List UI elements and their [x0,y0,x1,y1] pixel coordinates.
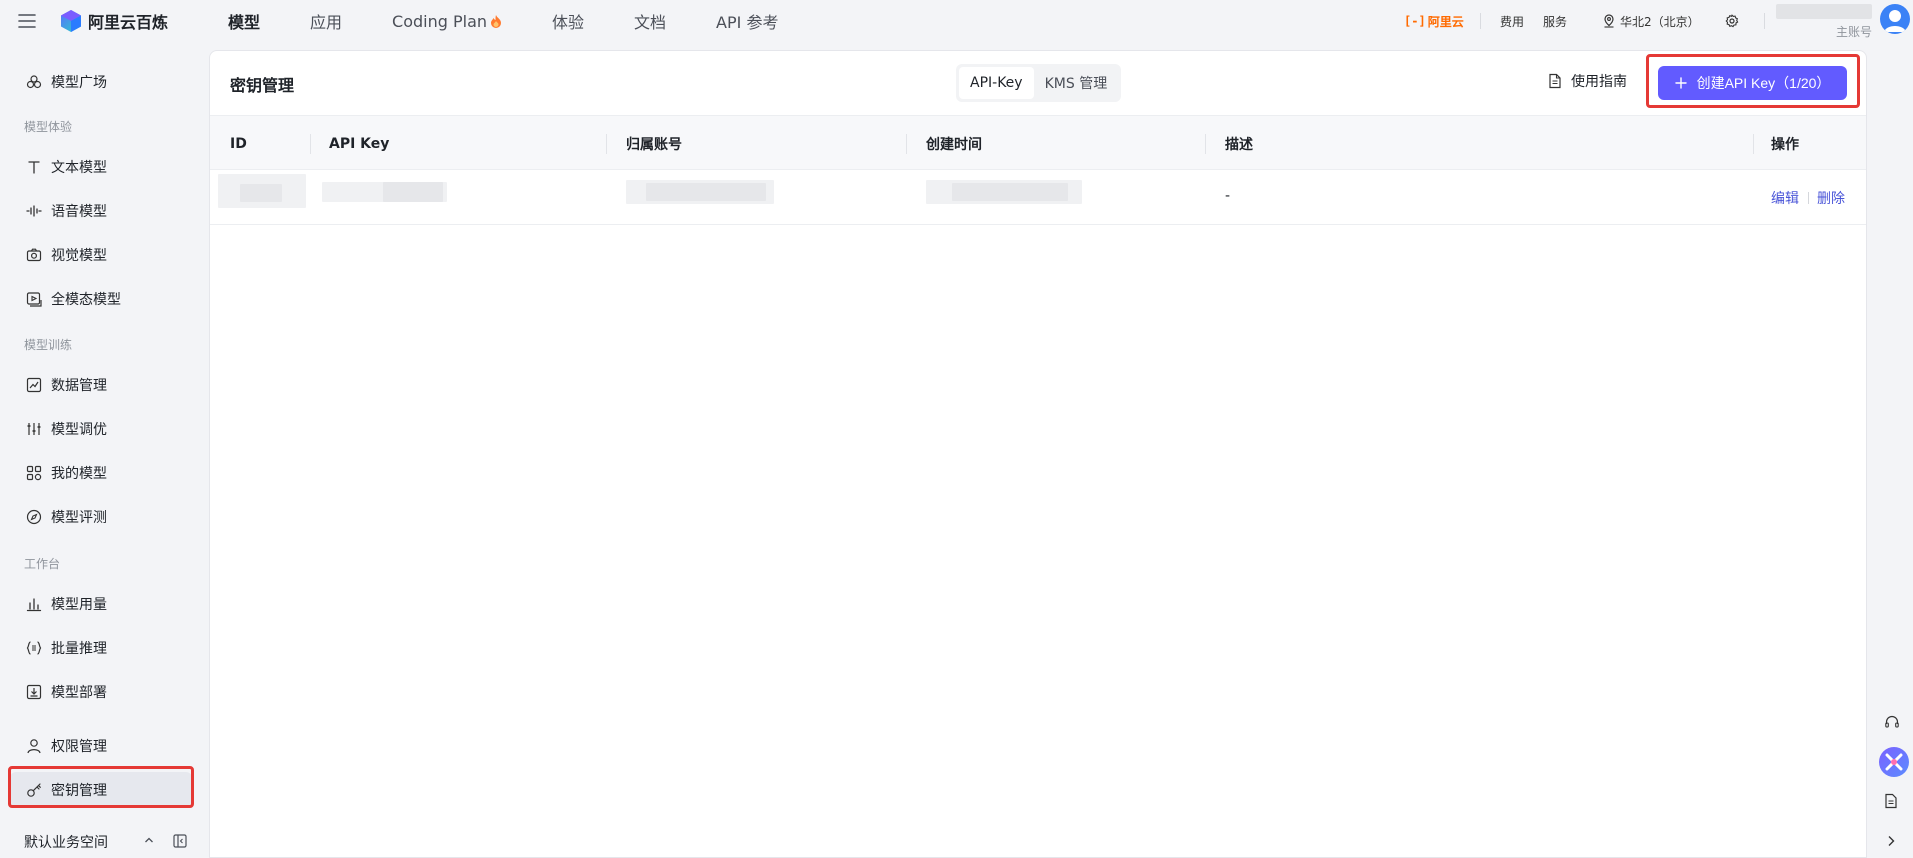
topnav-model[interactable]: 模型 [228,9,260,33]
page-title: 密钥管理 [230,76,295,95]
avatar[interactable] [1880,4,1910,34]
sidebar-item-model-evaluation[interactable]: 模型评测 [10,499,192,535]
usage-guide-link[interactable]: 使用指南 [1548,71,1627,91]
brand-name: 阿里云百炼 [88,13,169,32]
chart-line-icon [26,377,42,393]
redacted-created-time-block [952,183,1068,201]
camera-icon [26,247,42,263]
table-row: - 编辑 删除 [210,170,1866,225]
main-panel: 密钥管理 API-Key KMS 管理 使用指南 创建API Key（1/20）… [209,50,1867,858]
aliyun-logo[interactable]: [-] 阿里云 [1404,0,1464,42]
sidebar-section-workbench: 工作台 [24,557,61,571]
redacted-api-key-block [383,182,443,202]
column-header-description: 描述 [1225,136,1253,153]
deploy-icon [26,684,42,700]
location-icon [1603,14,1615,28]
brand[interactable]: 阿里云百炼 [60,9,168,33]
tab-kms[interactable]: KMS 管理 [1034,67,1119,99]
column-divider [310,134,311,154]
topnav-coding-plan[interactable]: Coding Plan [392,12,502,31]
divider [1480,13,1481,29]
headset-icon[interactable] [1884,714,1900,730]
table-header: ID API Key 归属账号 创建时间 描述 操作 [210,115,1866,170]
column-header-created-time: 创建时间 [926,136,982,153]
sidebar-item-model-usage[interactable]: 模型用量 [10,586,192,622]
assistant-logo-icon[interactable] [1879,747,1909,777]
tab-api-key[interactable]: API-Key [959,67,1034,99]
topnav-api-reference[interactable]: API 参考 [716,9,778,33]
chevron-right-icon[interactable] [1884,834,1898,848]
gear-icon [1725,14,1739,28]
waveform-icon [26,203,42,219]
region-selector[interactable]: 华北2（北京） [1603,0,1700,42]
sidebar-item-text-model[interactable]: 文本模型 [10,149,192,185]
action-divider [1808,192,1809,204]
column-divider [906,134,907,154]
service-link[interactable]: 服务 [1543,13,1567,30]
compass-icon [26,509,42,525]
sidebar-item-fine-tuning[interactable]: 模型调优 [10,411,192,447]
edit-link[interactable]: 编辑 [1771,188,1799,208]
description-cell: - [1225,188,1231,204]
sidebar-item-voice-model[interactable]: 语音模型 [10,193,192,229]
column-header-owner-account: 归属账号 [626,136,682,153]
create-api-key-button[interactable]: 创建API Key（1/20） [1658,66,1847,100]
menu-icon[interactable] [18,13,36,29]
fire-icon [490,14,502,28]
column-divider [1753,134,1754,154]
column-header-id: ID [230,135,247,152]
sidebar-section-experience: 模型体验 [24,120,73,134]
sidebar-item-key-management[interactable]: 密钥管理 [10,772,192,808]
sliders-icon [26,421,42,437]
redacted-owner-account-block [646,183,766,201]
key-type-tabs: API-Key KMS 管理 [956,64,1122,102]
settings-button[interactable] [1725,0,1739,42]
sidebar-item-model-square[interactable]: 模型广场 [10,64,192,100]
user-icon [26,738,42,754]
sidebar-item-permissions[interactable]: 权限管理 [10,728,192,764]
sidebar-item-omni-model[interactable]: 全模态模型 [10,281,192,317]
sidebar-item-batch-inference[interactable]: 批量推理 [10,630,192,666]
delete-link[interactable]: 删除 [1817,188,1845,208]
aliyun-bracket-icon: [-] [1404,14,1426,28]
sidebar-item-model-deployment[interactable]: 模型部署 [10,674,192,710]
column-header-actions: 操作 [1771,136,1799,153]
workspace-name[interactable]: 默认业务空间 [24,832,108,852]
plus-icon [1674,77,1687,89]
divider [1764,13,1765,29]
topnav-docs[interactable]: 文档 [634,9,666,33]
text-icon [26,159,42,175]
redacted-id-block [240,184,282,202]
topnav-apps[interactable]: 应用 [310,9,342,33]
chevron-up-icon[interactable] [143,834,155,846]
top-nav: 模型 应用 Coding Plan 体验 文档 API 参考 [228,0,828,42]
sidebar-item-my-models[interactable]: 我的模型 [10,455,192,491]
account-type-label: 主账号 [1836,25,1873,39]
sidebar-section-training: 模型训练 [24,338,73,352]
key-icon [26,782,42,798]
column-divider [606,134,607,154]
fees-link[interactable]: 费用 [1500,13,1524,30]
media-icon [26,291,42,307]
document-list-icon[interactable] [1884,793,1898,809]
sidebar-item-data-management[interactable]: 数据管理 [10,367,192,403]
document-icon [1548,73,1562,89]
account-name [1776,4,1872,19]
topnav-experience[interactable]: 体验 [552,9,584,33]
braces-list-icon [26,640,42,656]
brand-logo-icon [60,9,82,33]
top-bar: 阿里云百炼 模型 应用 Coding Plan 体验 文档 API 参考 [-]… [0,0,1913,42]
column-divider [1205,134,1206,154]
sidebar-item-vision-model[interactable]: 视觉模型 [10,237,192,273]
grid-icon [26,465,42,481]
model-square-icon [26,74,42,90]
column-header-api-key: API Key [329,135,390,152]
sidebar-collapse-icon[interactable] [173,834,187,848]
bar-chart-icon [26,596,42,612]
